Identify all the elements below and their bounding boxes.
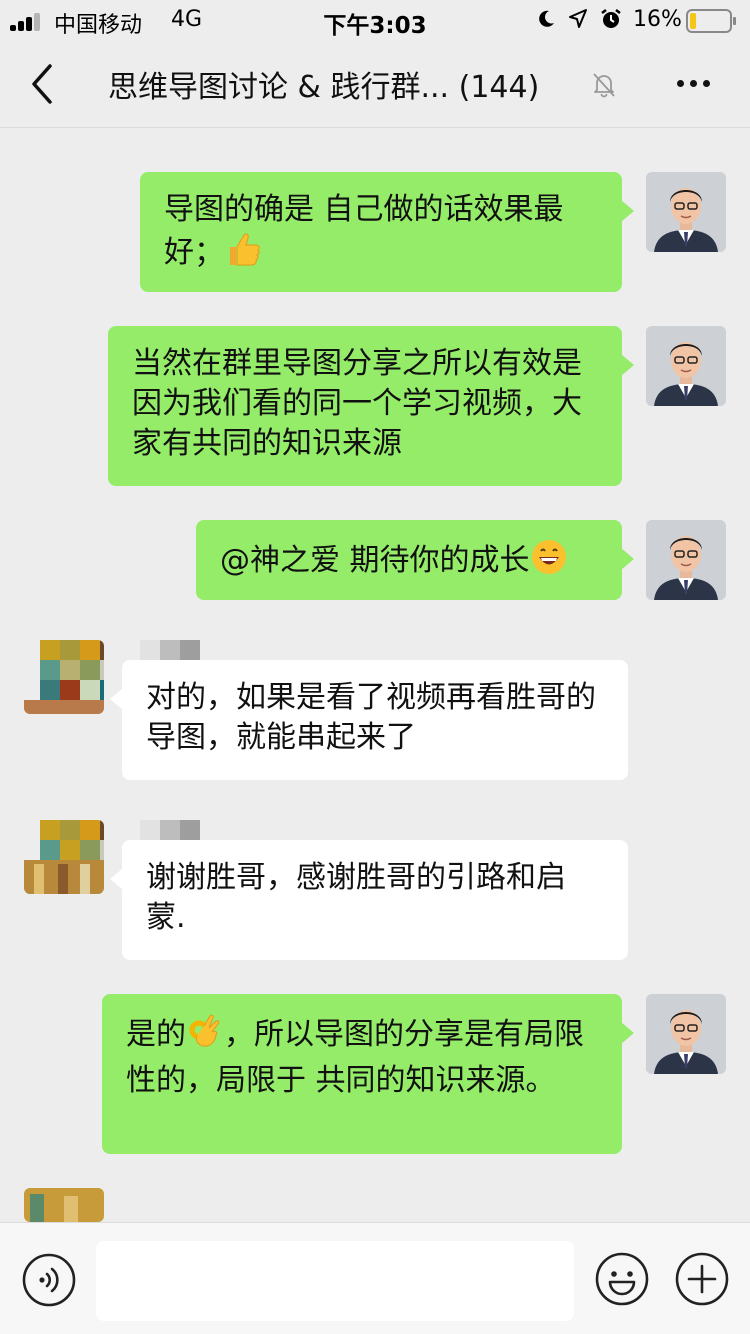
message-bubble-incoming[interactable]: 谢谢胜哥，感谢胜哥的引路和启蒙. [110, 840, 628, 960]
back-arrow-icon[interactable] [24, 62, 60, 106]
message-input-bar [0, 1222, 750, 1334]
battery-percentage: 16% [633, 7, 682, 32]
ok-hand-emoji-icon [186, 1012, 224, 1061]
message-text: 当然在群里导图分享之所以有效是因为我们看的同一个学习视频，大家有共同的知识来源 [132, 346, 582, 461]
sender-avatar-pixelated[interactable] [24, 640, 104, 714]
message-bubble-outgoing[interactable]: @神之爱 期待你的成长 [196, 520, 634, 600]
chat-header: 思维导图讨论 & 践行群... (144) [0, 40, 750, 128]
my-avatar[interactable] [646, 172, 726, 252]
chat-title: 思维导图讨论 & 践行群... (144) [108, 70, 540, 105]
grinning-face-emoji-icon [530, 538, 568, 587]
battery-fill [690, 13, 697, 29]
person-in-suit-avatar-icon [646, 172, 726, 252]
message-bubble-outgoing[interactable]: 当然在群里导图分享之所以有效是因为我们看的同一个学习视频，大家有共同的知识来源 [108, 326, 634, 486]
sender-name-pixelated [140, 640, 200, 660]
status-icons [536, 8, 636, 32]
message-text: 对的，如果是看了视频再看胜哥的导图，就能串起来了 [146, 680, 596, 755]
do-not-disturb-moon-icon [539, 10, 554, 27]
message-text: @神之爱 期待你的成长 [220, 543, 530, 578]
person-in-suit-avatar-icon [646, 520, 726, 600]
muted-bell-icon [593, 73, 615, 98]
chat-screen: 中国移动 4G 下午3:03 16% 思维导图讨论 & 践行群... (144)… [0, 0, 750, 1334]
more-options-icon[interactable] [674, 76, 714, 90]
battery-icon [686, 9, 736, 33]
my-avatar[interactable] [646, 520, 726, 600]
message-text: 谢谢胜哥，感谢胜哥的引路和启蒙. [146, 860, 566, 935]
message-bubble-outgoing[interactable]: 导图的确是 自己做的话效果最好； [140, 172, 634, 292]
thumbs-up-emoji-icon [224, 230, 262, 279]
sender-avatar-pixelated[interactable] [24, 820, 104, 894]
message-text-start: 是的 [126, 1017, 186, 1052]
message-bubble-outgoing[interactable]: 是的 ，所以导图的分享是有局限性的，局限于 共同的知识来源。 [102, 994, 634, 1154]
alarm-clock-icon [601, 9, 621, 28]
person-in-suit-avatar-icon [646, 326, 726, 406]
person-in-suit-avatar-icon [646, 994, 726, 1074]
my-avatar[interactable] [646, 326, 726, 406]
location-arrow-icon [569, 9, 587, 28]
sender-name-pixelated [140, 820, 200, 840]
sender-avatar-partial[interactable] [24, 1188, 104, 1222]
my-avatar[interactable] [646, 994, 726, 1074]
add-attachment-icon[interactable] [674, 1251, 730, 1307]
message-bubble-incoming[interactable]: 对的，如果是看了视频再看胜哥的导图，就能串起来了 [110, 660, 628, 780]
message-text-field[interactable] [96, 1241, 574, 1321]
voice-input-icon[interactable] [22, 1253, 76, 1307]
emoji-picker-icon[interactable] [594, 1251, 650, 1307]
status-bar: 中国移动 4G 下午3:03 16% [0, 0, 750, 40]
